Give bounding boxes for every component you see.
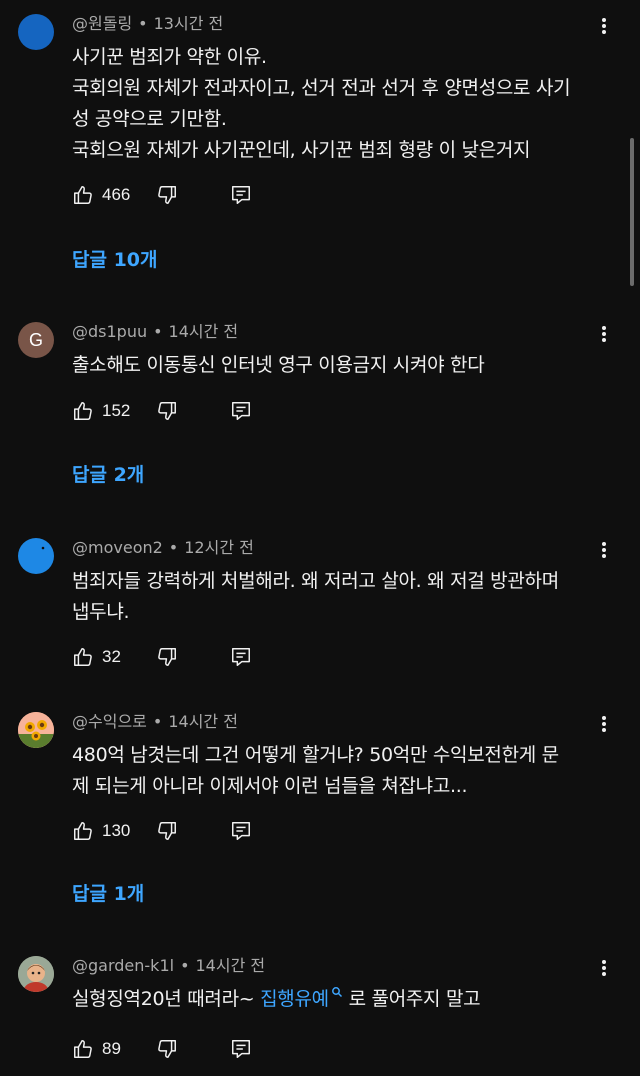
reply-icon: [230, 1038, 252, 1060]
reply-icon: [230, 400, 252, 422]
comment-author[interactable]: @수익으로: [72, 712, 147, 731]
avatar-letter: G: [28, 329, 43, 350]
comment-actions: 89: [72, 1036, 272, 1062]
comment-time[interactable]: 12시간 전: [184, 538, 254, 557]
dislike-button[interactable]: [156, 818, 178, 844]
reply-button[interactable]: [230, 182, 252, 208]
comment-text: 실형징역20년 때려라~ 집행유예 로 풀어주지 말고: [72, 984, 602, 1015]
avatar[interactable]: [18, 712, 54, 748]
more-vert-icon[interactable]: [594, 540, 614, 560]
thumb-down-icon: [156, 646, 178, 668]
comment-line: 출소해도 이동통신 인터넷 영구 이용금지 시켜야 한다: [72, 354, 485, 376]
thumb-up-icon: [72, 400, 94, 422]
comment-line: 범죄자들 강력하게 처벌해라. 왜 저러고 살아. 왜 저걸 방관하며: [72, 570, 559, 592]
meta-separator: •: [168, 538, 179, 557]
like-count: 89: [102, 1039, 121, 1058]
comment-time[interactable]: 13시간 전: [154, 14, 224, 33]
like-button[interactable]: 152: [72, 398, 130, 424]
reply-button[interactable]: [230, 1036, 252, 1062]
replies-button[interactable]: 답글 1개: [72, 882, 144, 906]
thumb-up-icon: [72, 646, 94, 668]
dislike-button[interactable]: [156, 644, 178, 670]
scrollbar[interactable]: [630, 138, 634, 286]
meta-separator: •: [180, 956, 190, 975]
reply-button[interactable]: [230, 818, 252, 844]
comment-line: 국회의원 자체가 전과자이고, 선거 전과 선거 후 양면성으로 사기: [72, 77, 571, 99]
meta-separator: •: [152, 712, 163, 731]
comment-meta: @moveon2 • 12시간 전: [72, 538, 254, 558]
dislike-button[interactable]: [156, 398, 178, 424]
thumb-down-icon: [156, 400, 178, 422]
comment-time[interactable]: 14시간 전: [168, 712, 238, 731]
dislike-button[interactable]: [156, 182, 178, 208]
comment-meta: @garden-k1l • 14시간 전: [72, 956, 265, 976]
comment-author[interactable]: @ds1puu: [72, 322, 147, 341]
comment-meta: @수익으로 • 14시간 전: [72, 712, 238, 732]
like-button[interactable]: 466: [72, 182, 130, 208]
comment-line: 사기꾼 범죄가 약한 이유.: [72, 46, 267, 68]
comment-actions: 152: [72, 398, 272, 424]
like-button[interactable]: 32: [72, 644, 121, 670]
like-button[interactable]: 89: [72, 1036, 121, 1062]
reply-icon: [230, 184, 252, 206]
dislike-button[interactable]: [156, 1036, 178, 1062]
like-count: 130: [102, 821, 131, 840]
avatar[interactable]: [18, 956, 54, 992]
comment-line: 냅두냐.: [72, 601, 130, 623]
thumb-down-icon: [156, 820, 178, 842]
thumb-down-icon: [156, 1038, 178, 1060]
meta-separator: •: [153, 322, 163, 341]
comment-line: 480억 남겻는데 그건 어떻게 할거냐? 50억만 수익보전한게 문: [72, 744, 559, 766]
comment-meta: @원돌링 • 13시간 전: [72, 14, 223, 34]
comment-line: 성 공약으로 기만함.: [72, 108, 227, 130]
comment-text: 사기꾼 범죄가 약한 이유. 국회의원 자체가 전과자이고, 선거 전과 선거 …: [72, 42, 602, 166]
comment-actions: 130: [72, 818, 272, 844]
replies-button[interactable]: 답글 10개: [72, 248, 158, 272]
comment-actions: 466: [72, 182, 272, 208]
more-vert-icon[interactable]: [594, 16, 614, 36]
avatar[interactable]: [18, 538, 54, 574]
search-icon: [331, 986, 342, 997]
comment-text-part: 로 풀어주지 말고: [342, 988, 481, 1010]
comment-text: 출소해도 이동통신 인터넷 영구 이용금지 시켜야 한다: [72, 350, 602, 381]
like-count: 466: [102, 185, 131, 204]
more-vert-icon[interactable]: [594, 324, 614, 344]
comment-text: 범죄자들 강력하게 처벌해라. 왜 저러고 살아. 왜 저걸 방관하며 냅두냐.: [72, 566, 602, 628]
thumb-down-icon: [156, 184, 178, 206]
comment-time[interactable]: 14시간 전: [196, 956, 266, 975]
comment-author[interactable]: @moveon2: [72, 538, 163, 557]
search-link[interactable]: 집행유예: [260, 986, 343, 1010]
avatar[interactable]: [18, 14, 54, 50]
thumb-up-icon: [72, 184, 94, 206]
reply-icon: [230, 820, 252, 842]
more-vert-icon[interactable]: [594, 958, 614, 978]
meta-separator: •: [138, 14, 148, 33]
search-link-text: 집행유예: [260, 988, 329, 1010]
comment-line: 제 되는게 아니라 이제서야 이런 넘들을 쳐잡냐고...: [72, 775, 468, 797]
comment-line: 국회으원 자체가 사기꾼인데, 사기꾼 범죄 형량 이 낮은거지: [72, 139, 531, 161]
comment-line: 실형징역20년 때려라~ 집행유예 로 풀어주지 말고: [72, 984, 602, 1015]
more-vert-icon[interactable]: [594, 714, 614, 734]
reply-button[interactable]: [230, 398, 252, 424]
replies-button[interactable]: 답글 2개: [72, 463, 144, 487]
comment-actions: 32: [72, 644, 272, 670]
comment-author[interactable]: @garden-k1l: [72, 956, 174, 975]
reply-icon: [230, 646, 252, 668]
like-count: 32: [102, 647, 121, 666]
avatar[interactable]: G: [18, 322, 54, 358]
comment-meta: @ds1puu • 14시간 전: [72, 322, 238, 342]
comment-text: 480억 남겻는데 그건 어떻게 할거냐? 50억만 수익보전한게 문 제 되는…: [72, 740, 602, 802]
like-count: 152: [102, 401, 131, 420]
like-button[interactable]: 130: [72, 818, 130, 844]
comment-text-part: 실형징역20년 때려라~: [72, 988, 261, 1010]
comment-time[interactable]: 14시간 전: [169, 322, 239, 341]
comment-author[interactable]: @원돌링: [72, 14, 132, 33]
thumb-up-icon: [72, 820, 94, 842]
thumb-up-icon: [72, 1038, 94, 1060]
reply-button[interactable]: [230, 644, 252, 670]
